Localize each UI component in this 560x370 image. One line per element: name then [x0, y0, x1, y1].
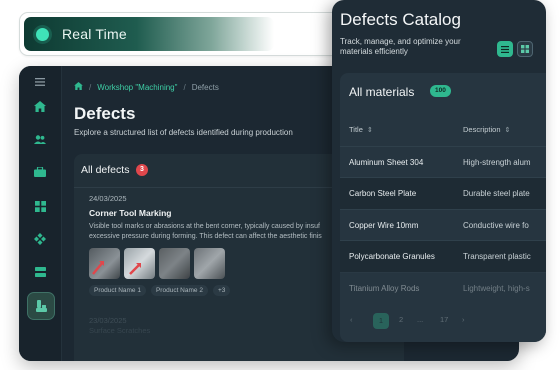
table-row[interactable]: Titanium Alloy Rods Lightweight, high-s — [340, 272, 546, 304]
next-page-button[interactable]: › — [462, 315, 465, 324]
home-crumb-icon[interactable] — [74, 82, 83, 92]
users-icon[interactable] — [28, 127, 52, 151]
faded-defect-title: Surface Scratches — [89, 326, 151, 335]
sort-icon[interactable]: ⇕ — [505, 126, 511, 134]
page-subtitle: Explore a structured list of defects ide… — [74, 128, 293, 137]
breadcrumb-current: Defects — [191, 82, 219, 92]
page-button-current[interactable]: 1 — [373, 313, 389, 329]
column-header-label: Title — [349, 125, 363, 134]
catalog-title: Defects Catalog — [340, 10, 461, 29]
more-tags-chip[interactable]: +3 — [212, 285, 231, 296]
sidebar — [19, 66, 62, 361]
prev-page-button[interactable]: ‹ — [350, 315, 353, 324]
defect-photo[interactable] — [194, 248, 225, 279]
column-header-description[interactable]: Description ⇕ — [463, 125, 510, 134]
realtime-indicator: Real Time — [24, 17, 274, 51]
material-description: High-strength alum — [463, 158, 531, 167]
table-row[interactable]: Aluminum Sheet 304 High-strength alum — [340, 146, 546, 178]
realtime-label: Real Time — [62, 26, 127, 42]
grid-icon — [521, 45, 529, 53]
defect-photo[interactable] — [159, 248, 190, 279]
material-description: Durable steel plate — [463, 189, 530, 198]
breadcrumb-workshop-link[interactable]: Workshop "Machining" — [97, 83, 177, 92]
breadcrumb-separator: / — [89, 82, 92, 92]
grid-icon[interactable] — [28, 194, 52, 218]
column-header-label: Description — [463, 125, 501, 134]
column-header-title[interactable]: Title ⇕ — [349, 125, 373, 134]
materials-heading: All materials — [349, 85, 415, 99]
material-title: Carbon Steel Plate — [349, 189, 417, 198]
product-tag[interactable]: Product Name 2 — [150, 285, 208, 296]
list-view-button[interactable] — [497, 41, 513, 57]
grid-view-button[interactable] — [517, 41, 533, 57]
materials-table-card: All materials 100 Title ⇕ Description ⇕ … — [340, 73, 546, 342]
breadcrumb: / Workshop "Machining" / Defects — [74, 82, 219, 92]
material-description: Conductive wire fo — [463, 221, 529, 230]
materials-count-badge: 100 — [430, 85, 451, 97]
material-title: Aluminum Sheet 304 — [349, 158, 424, 167]
pagination: ‹ 1 2 ... 17 › — [340, 311, 546, 331]
material-description: Transparent plastic — [463, 252, 531, 261]
menu-icon[interactable] — [28, 70, 52, 94]
table-row[interactable]: Carbon Steel Plate Durable steel plate — [340, 177, 546, 209]
page-title: Defects — [74, 104, 136, 123]
defect-photo[interactable] — [89, 248, 120, 279]
faded-defect-date: 23/03/2025 — [89, 316, 127, 325]
defects-heading: All defects — [81, 164, 130, 176]
table-row[interactable]: Copper Wire 10mm Conductive wire fo — [340, 209, 546, 241]
material-title: Copper Wire 10mm — [349, 221, 419, 230]
material-title: Polycarbonate Granules — [349, 252, 435, 261]
list-icon — [501, 45, 509, 53]
realtime-pill[interactable]: Real Time — [19, 12, 343, 56]
defects-nav-icon[interactable] — [27, 292, 55, 320]
page-button[interactable]: 2 — [399, 315, 403, 324]
components-icon[interactable] — [28, 227, 52, 251]
breadcrumb-separator: / — [183, 82, 186, 92]
page-button[interactable]: 17 — [440, 315, 448, 324]
table-icon[interactable] — [28, 260, 52, 284]
defects-catalog-panel: Defects Catalog Track, manage, and optim… — [332, 0, 546, 342]
material-title: Titanium Alloy Rods — [349, 284, 420, 293]
product-tag[interactable]: Product Name 1 — [89, 285, 146, 296]
inventory-icon[interactable] — [28, 160, 52, 184]
material-description: Lightweight, high-s — [463, 284, 530, 293]
defects-count-badge: 3 — [136, 164, 148, 176]
live-dot-icon — [36, 28, 49, 41]
defect-photo[interactable] — [124, 248, 155, 279]
table-row[interactable]: Polycarbonate Granules Transparent plast… — [340, 240, 546, 272]
sort-icon[interactable]: ⇕ — [367, 126, 373, 134]
home-icon[interactable] — [28, 94, 52, 118]
catalog-subtitle: Track, manage, and optimize your materia… — [340, 37, 461, 56]
pagination-ellipsis: ... — [417, 315, 424, 324]
